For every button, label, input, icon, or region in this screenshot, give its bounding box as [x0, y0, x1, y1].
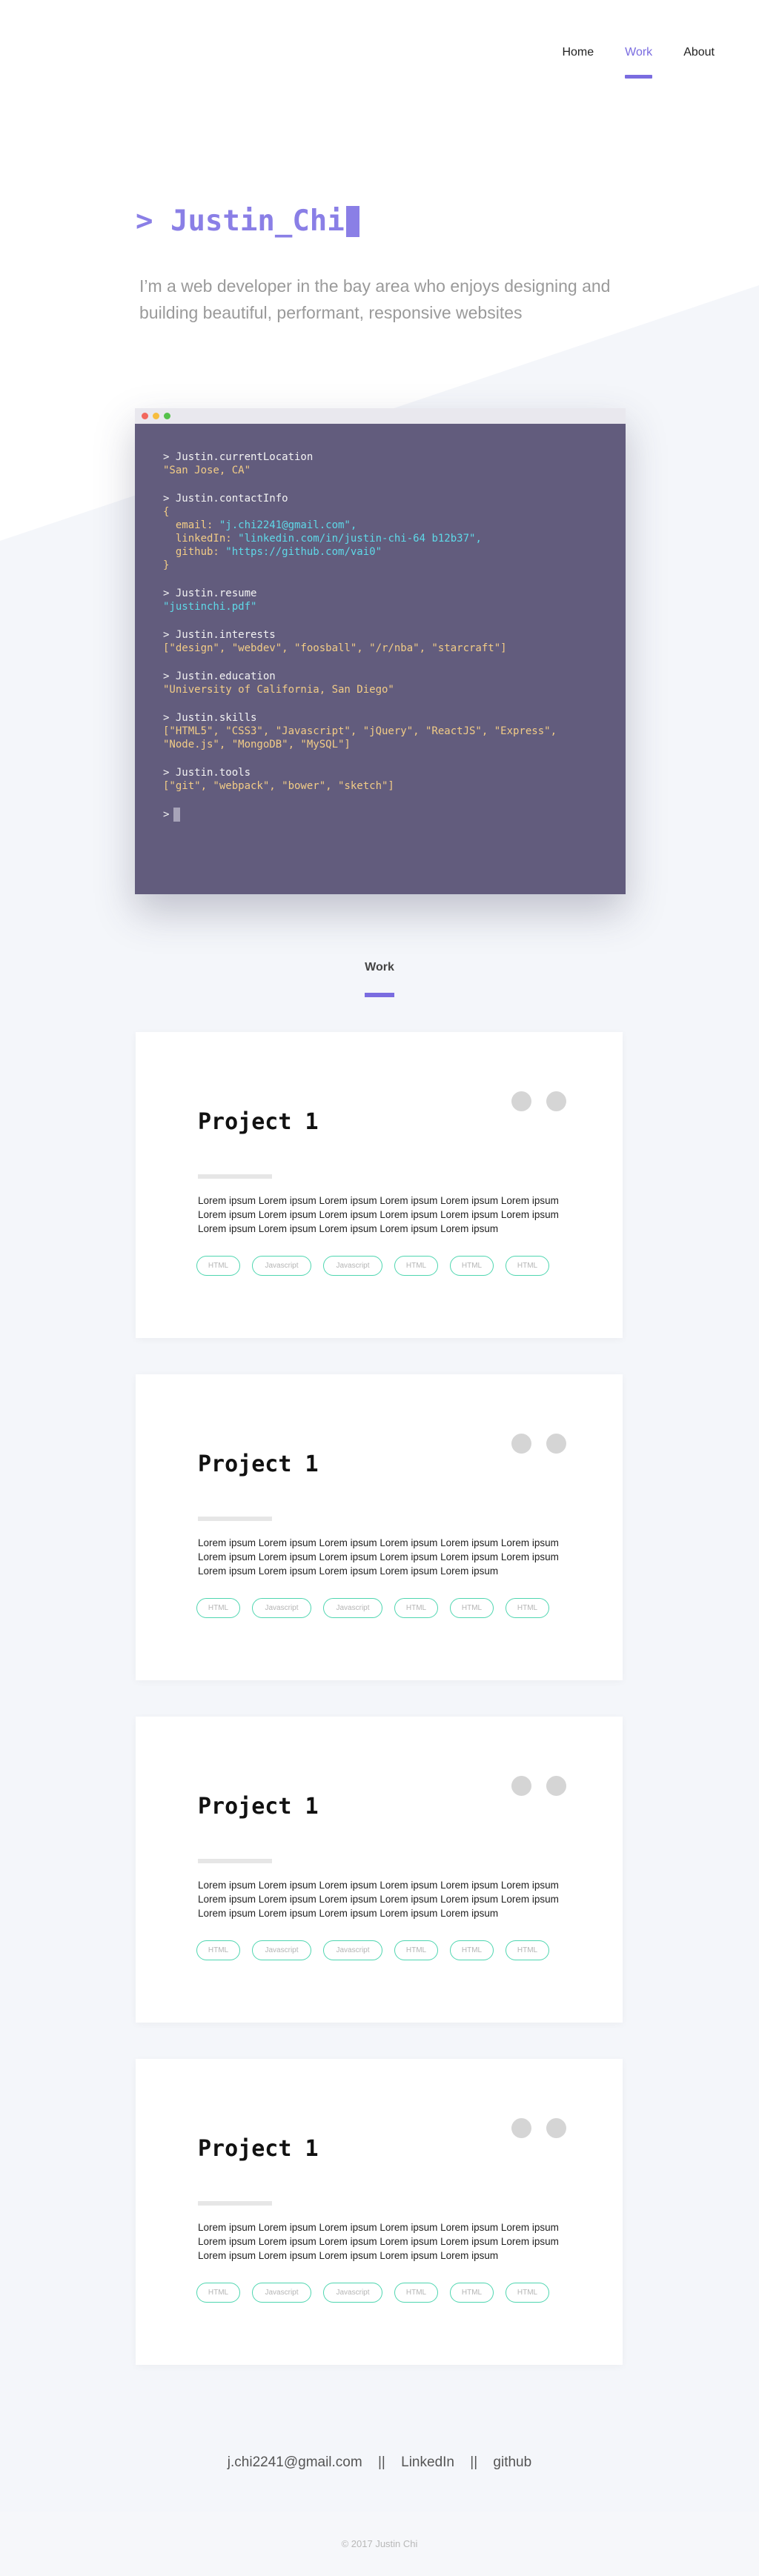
- placeholder-circle-icon: [546, 1091, 566, 1111]
- terminal-command: > Justin.education: [163, 670, 276, 682]
- tag: HTML: [394, 1940, 438, 1960]
- nav-about[interactable]: About: [683, 46, 715, 59]
- terminal-output: {: [163, 506, 170, 518]
- separator: ||: [470, 2454, 478, 2470]
- project-title: Project 1: [198, 1451, 319, 1477]
- project-card[interactable]: Project 1 Lorem ipsum Lorem ipsum Lorem …: [136, 1032, 623, 1338]
- placeholder-circle-icon: [511, 1091, 531, 1111]
- tag: HTML: [450, 1598, 494, 1618]
- terminal-output: ["HTML5", "CSS3", "Javascript", "jQuery"…: [163, 725, 557, 737]
- placeholder-circle-icon: [546, 1776, 566, 1796]
- contact-links: j.chi2241@gmail.com || LinkedIn || githu…: [0, 2454, 759, 2471]
- terminal-window: > Justin.currentLocation "San Jose, CA" …: [135, 408, 626, 894]
- tag: HTML: [450, 1256, 494, 1276]
- project-title: Project 1: [198, 1109, 319, 1135]
- tag: HTML: [506, 1598, 549, 1618]
- tag-list: HTML Javascript Javascript HTML HTML HTM…: [196, 1256, 549, 1276]
- terminal-output: ["design", "webdev", "foosball", "/r/nba…: [163, 642, 507, 654]
- tag: Javascript: [252, 2283, 311, 2303]
- project-description: Lorem ipsum Lorem ipsum Lorem ipsum Lore…: [198, 1537, 559, 1577]
- tag-list: HTML Javascript Javascript HTML HTML HTM…: [196, 1940, 549, 1960]
- divider: [198, 2201, 272, 2206]
- text-cursor: [345, 205, 359, 237]
- divider: [198, 1174, 272, 1179]
- placeholder-circle-icon: [511, 1776, 531, 1796]
- terminal-command: > Justin.contactInfo: [163, 493, 288, 505]
- linkedin-link[interactable]: LinkedIn: [401, 2454, 454, 2470]
- terminal-output: "Node.js", "MongoDB", "MySQL"]: [163, 739, 351, 750]
- terminal-output: "San Jose, CA": [163, 465, 251, 476]
- terminal-command: > Justin.resume: [163, 588, 257, 599]
- tag-list: HTML Javascript Javascript HTML HTML HTM…: [196, 1598, 549, 1618]
- tag: HTML: [450, 2283, 494, 2303]
- email-link[interactable]: "j.chi2241@gmail.com",: [219, 519, 357, 531]
- tag: HTML: [196, 2283, 240, 2303]
- nav-home[interactable]: Home: [562, 46, 594, 59]
- project-card[interactable]: Project 1 Lorem ipsum Lorem ipsum Lorem …: [136, 1717, 623, 2023]
- project-description: Lorem ipsum Lorem ipsum Lorem ipsum Lore…: [198, 1880, 559, 1919]
- separator: ||: [377, 2454, 385, 2470]
- project-title: Project 1: [198, 1794, 319, 1820]
- terminal-output-email: email: "j.chi2241@gmail.com",: [163, 519, 357, 531]
- tag: Javascript: [323, 1940, 382, 1960]
- linkedin-link[interactable]: "linkedin.com/in/justin-chi-64 b12b37",: [238, 533, 482, 545]
- terminal-cursor: [173, 808, 181, 822]
- hero-description: I’m a web developer in the bay area who …: [139, 276, 611, 322]
- placeholder-circle-icon: [546, 1434, 566, 1454]
- tag: Javascript: [323, 1256, 382, 1276]
- tag: HTML: [506, 1940, 549, 1960]
- terminal-command: > Justin.tools: [163, 767, 251, 779]
- placeholder-circle-icon: [511, 1434, 531, 1454]
- github-link[interactable]: github: [493, 2454, 531, 2470]
- terminal-output: "University of California, San Diego": [163, 684, 394, 696]
- tag: Javascript: [323, 2283, 382, 2303]
- nav-work[interactable]: Work: [625, 46, 653, 79]
- project-description: Lorem ipsum Lorem ipsum Lorem ipsum Lore…: [198, 1195, 559, 1234]
- terminal-command: > Justin.currentLocation: [163, 451, 314, 463]
- tag: HTML: [196, 1598, 240, 1618]
- terminal-command: > Justin.skills: [163, 712, 257, 724]
- tag: Javascript: [252, 1598, 311, 1618]
- tag: HTML: [506, 1256, 549, 1276]
- placeholder-circle-icon: [546, 2118, 566, 2138]
- project-card[interactable]: Project 1 Lorem ipsum Lorem ipsum Lorem …: [136, 1374, 623, 1680]
- resume-link[interactable]: "justinchi.pdf": [163, 600, 597, 613]
- work-heading-underline: [365, 993, 394, 997]
- tag: HTML: [506, 2283, 549, 2303]
- terminal-output-github: github: "https://github.com/vai0": [163, 546, 382, 558]
- tag-list: HTML Javascript Javascript HTML HTML HTM…: [196, 2283, 549, 2303]
- top-nav: Home Work About: [531, 46, 715, 79]
- terminal-body: > Justin.currentLocation "San Jose, CA" …: [135, 424, 626, 894]
- terminal-output: }: [163, 559, 170, 571]
- github-link[interactable]: "https://github.com/vai0": [225, 546, 382, 558]
- tag: HTML: [450, 1940, 494, 1960]
- tag: Javascript: [252, 1940, 311, 1960]
- tag: Javascript: [252, 1256, 311, 1276]
- tag: HTML: [196, 1940, 240, 1960]
- hero-title-text: > Justin_Chi: [136, 204, 345, 238]
- hero-title: > Justin_Chi: [136, 204, 359, 238]
- tag: Javascript: [323, 1598, 382, 1618]
- tag: HTML: [394, 2283, 438, 2303]
- tag: HTML: [394, 1256, 438, 1276]
- project-card[interactable]: Project 1 Lorem ipsum Lorem ipsum Lorem …: [136, 2059, 623, 2365]
- divider: [198, 1859, 272, 1863]
- tag: HTML: [196, 1256, 240, 1276]
- divider: [198, 1517, 272, 1521]
- work-heading: Work: [365, 961, 394, 974]
- terminal-output-linkedin: linkedIn: "linkedin.com/in/justin-chi-64…: [163, 533, 482, 545]
- tag: HTML: [394, 1598, 438, 1618]
- copyright: © 2017 Justin Chi: [341, 2538, 418, 2549]
- placeholder-circle-icon: [511, 2118, 531, 2138]
- minimize-dot-icon[interactable]: [153, 413, 159, 419]
- close-dot-icon[interactable]: [142, 413, 148, 419]
- terminal-output: ["git", "webpack", "bower", "sketch"]: [163, 780, 394, 792]
- project-title: Project 1: [198, 2136, 319, 2162]
- project-description: Lorem ipsum Lorem ipsum Lorem ipsum Lore…: [198, 2222, 559, 2261]
- terminal-titlebar: [135, 408, 626, 424]
- maximize-dot-icon[interactable]: [164, 413, 170, 419]
- terminal-command: > Justin.interests: [163, 629, 276, 641]
- terminal-prompt[interactable]: >: [163, 808, 597, 822]
- email-link[interactable]: j.chi2241@gmail.com: [228, 2454, 362, 2470]
